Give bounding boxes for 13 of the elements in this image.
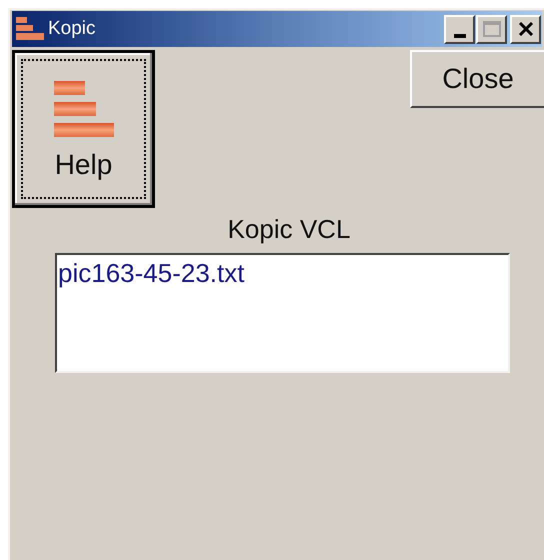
close-button[interactable]: Close (410, 50, 544, 108)
label: Kopic VCL (228, 213, 350, 246)
window-title: Kopic (48, 16, 96, 41)
memo-field[interactable]: pic163-45-23.txt (55, 253, 510, 373)
bars-icon (52, 79, 116, 139)
close-window-button[interactable] (510, 14, 541, 44)
app-icon (16, 17, 44, 41)
maximize-icon (482, 21, 500, 37)
maximize-button[interactable] (476, 14, 507, 44)
close-icon (518, 22, 534, 36)
minimize-button[interactable] (444, 14, 475, 44)
minimize-icon (454, 34, 466, 38)
help-button[interactable]: Help (12, 50, 155, 208)
